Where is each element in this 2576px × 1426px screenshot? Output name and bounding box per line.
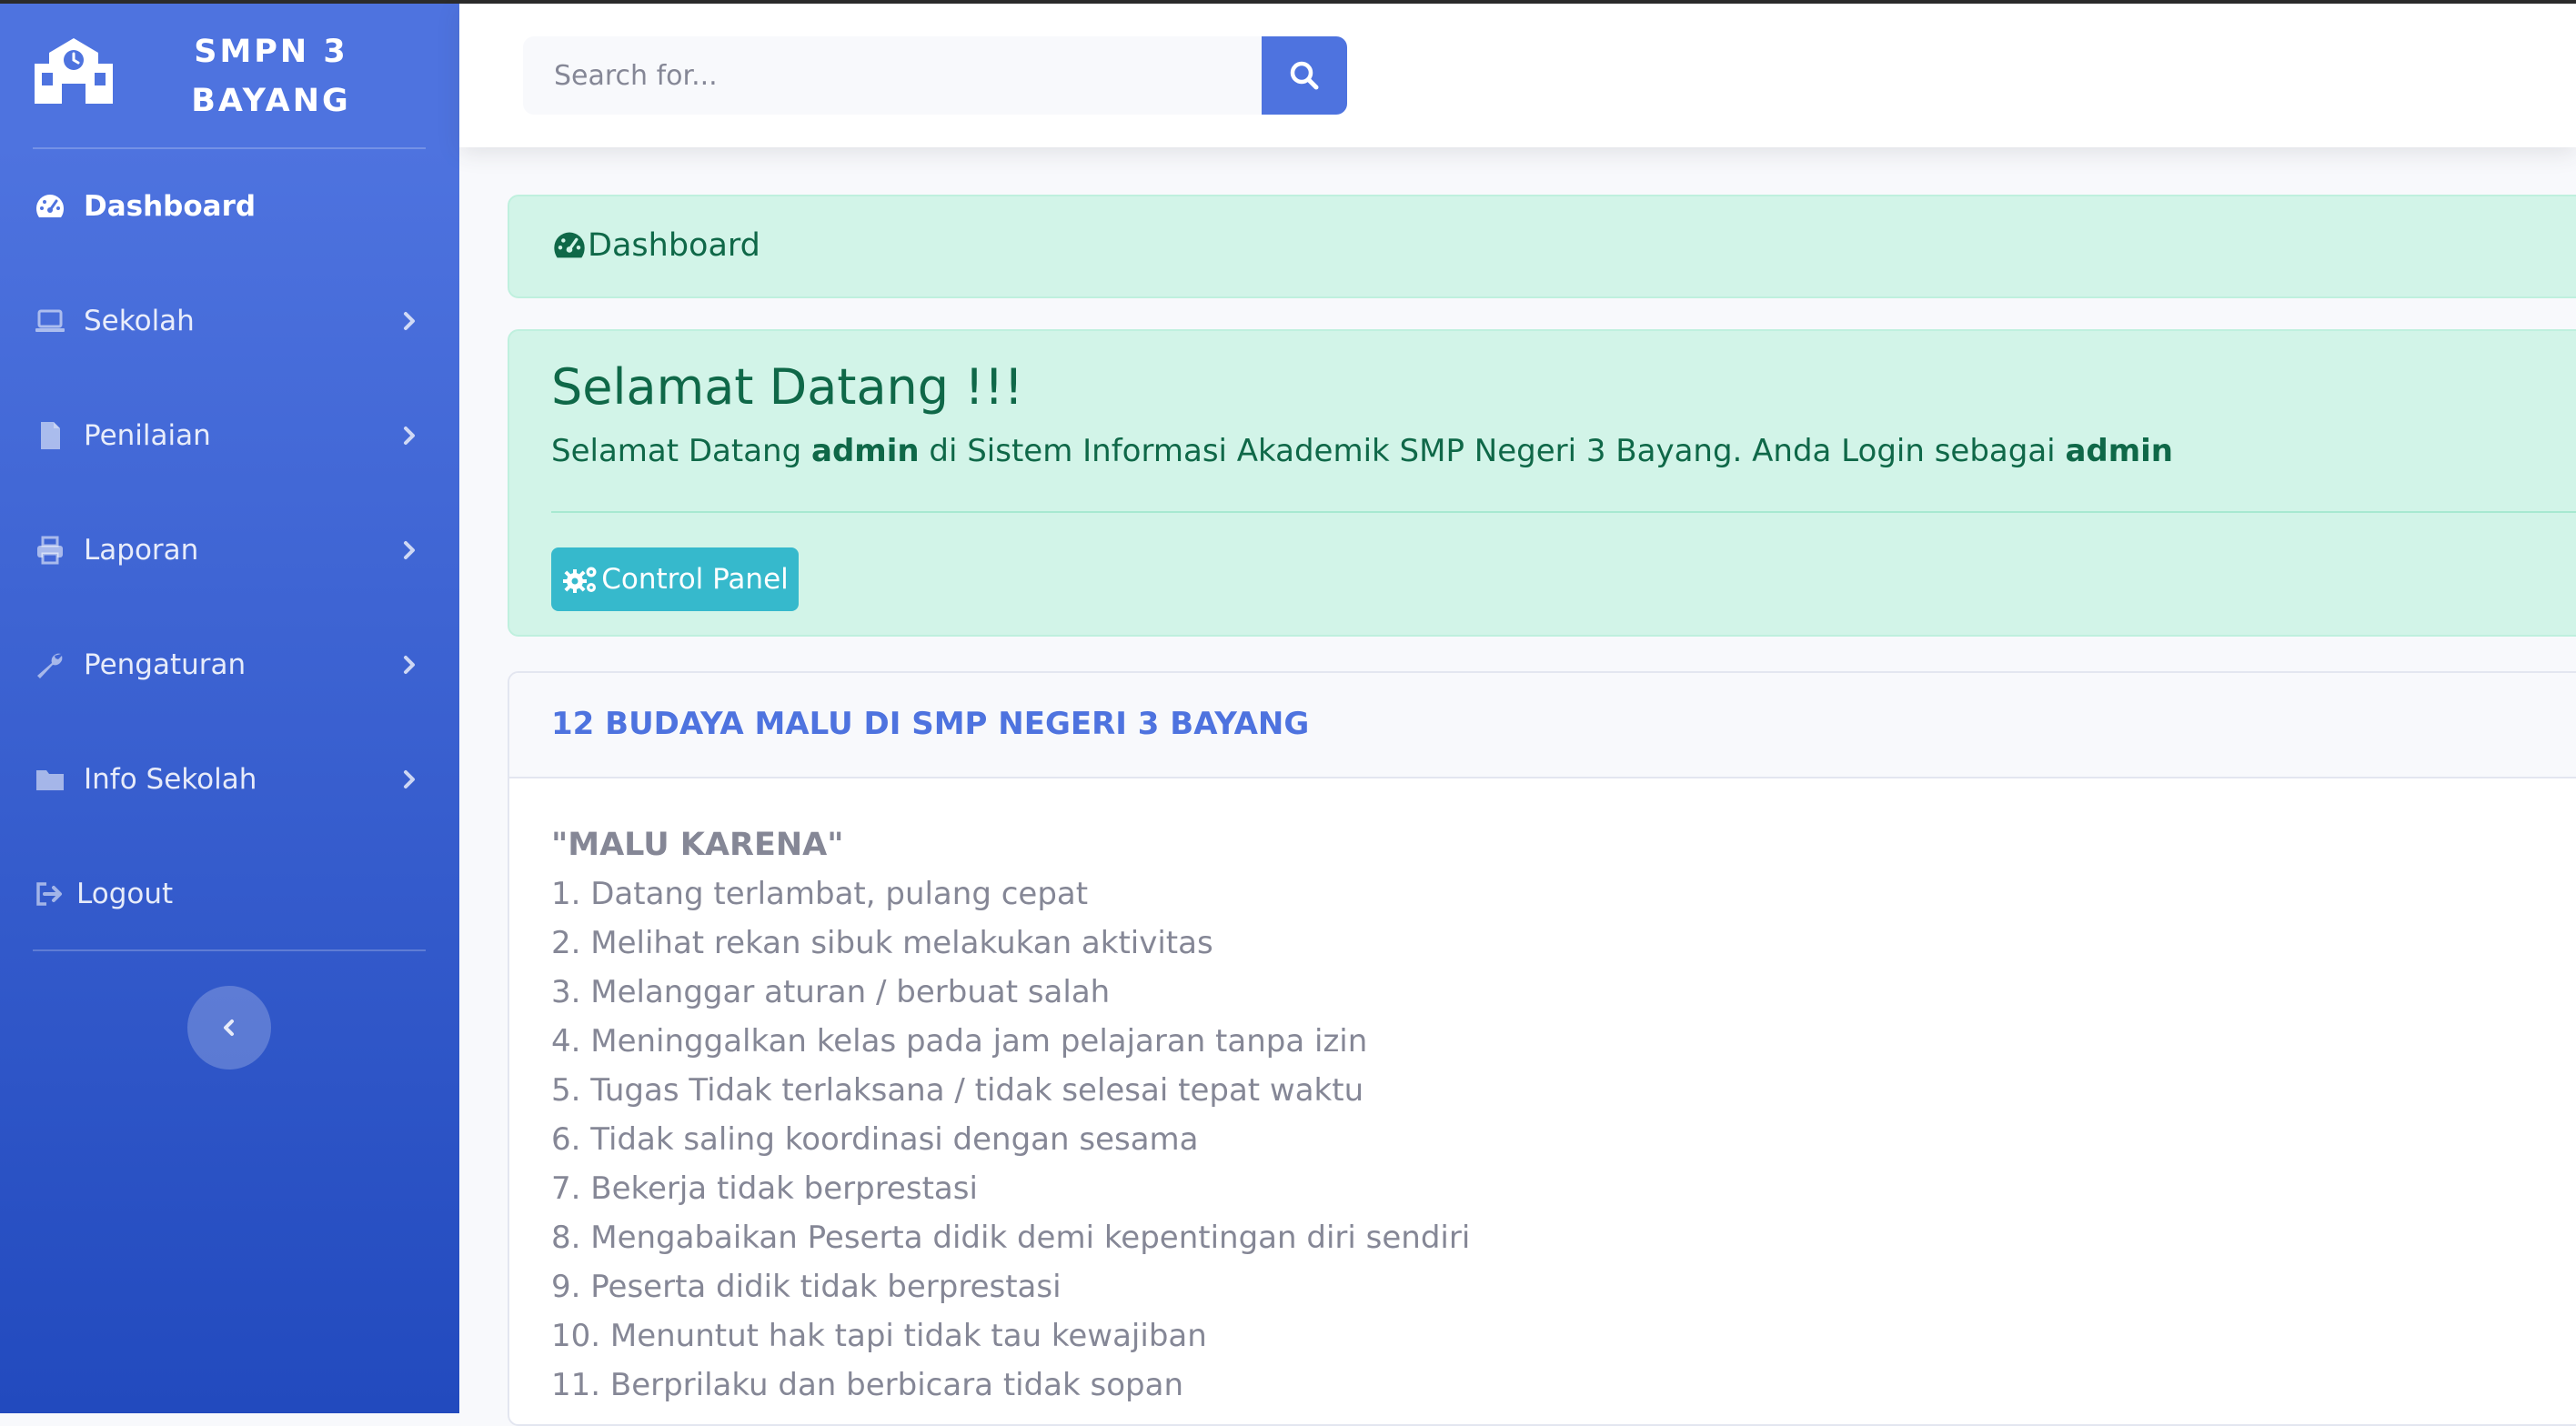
sidebar-item-logout[interactable]: Logout	[0, 837, 459, 951]
welcome-text-before: Selamat Datang	[551, 433, 811, 469]
welcome-role: admin	[2065, 433, 2174, 469]
sidebar: SMPN 3 BAYANG Dashboard Sekolah Penilaia…	[0, 4, 459, 1413]
print-icon	[33, 533, 67, 567]
list-item: 2. Melihat rekan sibuk melakukan aktivit…	[551, 925, 1213, 961]
list-item: 9. Peserta didik tidak berprestasi	[551, 1269, 1062, 1305]
sidebar-item-label: Laporan	[84, 534, 199, 567]
list-heading: "MALU KARENA"	[551, 827, 844, 863]
school-icon	[35, 38, 113, 104]
welcome-text-middle: di Sistem Informasi Akademik SMP Negeri …	[919, 433, 2066, 469]
control-panel-button[interactable]: Control Panel	[551, 547, 799, 611]
budaya-malu-card: 12 BUDAYA MALU DI SMP NEGERI 3 BAYANG "M…	[508, 671, 2576, 1426]
chevron-left-icon	[224, 1019, 234, 1036]
list-item: 3. Melanggar aturan / berbuat salah	[551, 974, 1111, 1010]
cogs-icon	[563, 567, 597, 593]
card-body: "MALU KARENA" 1. Datang terlambat, pulan…	[551, 820, 1470, 1410]
search-input[interactable]	[523, 36, 1262, 115]
sidebar-item-label: Pengaturan	[84, 648, 247, 681]
laptop-icon	[33, 304, 67, 338]
sidebar-item-pengaturan[interactable]: Pengaturan	[0, 608, 459, 722]
list-item: 8. Mengabaikan Peserta didik demi kepent…	[551, 1220, 1471, 1256]
control-panel-label: Control Panel	[601, 563, 789, 596]
card-title: 12 BUDAYA MALU DI SMP NEGERI 3 BAYANG	[551, 706, 1310, 742]
chevron-right-icon	[397, 652, 422, 678]
welcome-text: Selamat Datang admin di Sistem Informasi…	[551, 433, 2173, 469]
card-header: 12 BUDAYA MALU DI SMP NEGERI 3 BAYANG	[509, 673, 2576, 778]
breadcrumb: Dashboard	[508, 195, 2576, 298]
folder-icon	[33, 762, 67, 797]
list-item: 7. Bekerja tidak berprestasi	[551, 1170, 978, 1207]
sidebar-toggle-button[interactable]	[187, 986, 271, 1070]
welcome-divider	[551, 511, 2576, 513]
sidebar-item-label: Sekolah	[84, 305, 195, 337]
sidebar-item-label: Logout	[76, 878, 174, 910]
sidebar-item-penilaian[interactable]: Penilaian	[0, 378, 459, 493]
chevron-right-icon	[397, 308, 422, 334]
sidebar-item-dashboard[interactable]: Dashboard	[0, 149, 459, 264]
breadcrumb-content: Dashboard	[551, 227, 760, 264]
list-item: 1. Datang terlambat, pulang cepat	[551, 876, 1089, 912]
welcome-username: admin	[811, 433, 920, 469]
list-item: 4. Meninggalkan kelas pada jam pelajaran…	[551, 1023, 1368, 1059]
sidebar-item-label: Info Sekolah	[84, 763, 257, 796]
wrench-icon	[33, 648, 67, 682]
list-item: 11. Berprilaku dan berbicara tidak sopan	[551, 1367, 1183, 1403]
tachometer-icon	[554, 232, 585, 258]
topbar	[459, 4, 2576, 147]
sign-out-icon	[33, 877, 67, 911]
brand-line-1: SMPN 3	[194, 34, 348, 70]
tachometer-icon	[33, 189, 67, 224]
sidebar-item-label: Penilaian	[84, 419, 211, 452]
sidebar-divider	[33, 949, 426, 951]
chevron-right-icon	[397, 767, 422, 792]
file-icon	[33, 418, 67, 453]
search-button[interactable]	[1262, 36, 1347, 115]
welcome-title: Selamat Datang !!!	[551, 358, 1024, 416]
welcome-alert: Selamat Datang !!! Selamat Datang admin …	[508, 329, 2576, 637]
sidebar-item-laporan[interactable]: Laporan	[0, 493, 459, 608]
chevron-right-icon	[397, 423, 422, 448]
brand-name: SMPN 3 BAYANG	[155, 27, 387, 126]
list-item: 5. Tugas Tidak terlaksana / tidak selesa…	[551, 1072, 1364, 1109]
sidebar-brand[interactable]: SMPN 3 BAYANG	[0, 4, 459, 147]
brand-line-2: BAYANG	[191, 83, 351, 119]
sidebar-item-info-sekolah[interactable]: Info Sekolah	[0, 722, 459, 837]
search-icon	[1290, 61, 1319, 90]
chevron-right-icon	[397, 537, 422, 563]
list-item: 6. Tidak saling koordinasi dengan sesama	[551, 1121, 1199, 1158]
breadcrumb-label: Dashboard	[588, 227, 760, 264]
sidebar-item-sekolah[interactable]: Sekolah	[0, 264, 459, 378]
sidebar-item-label: Dashboard	[84, 190, 257, 223]
list-item: 10. Menuntut hak tapi tidak tau kewajiba…	[551, 1318, 1207, 1354]
